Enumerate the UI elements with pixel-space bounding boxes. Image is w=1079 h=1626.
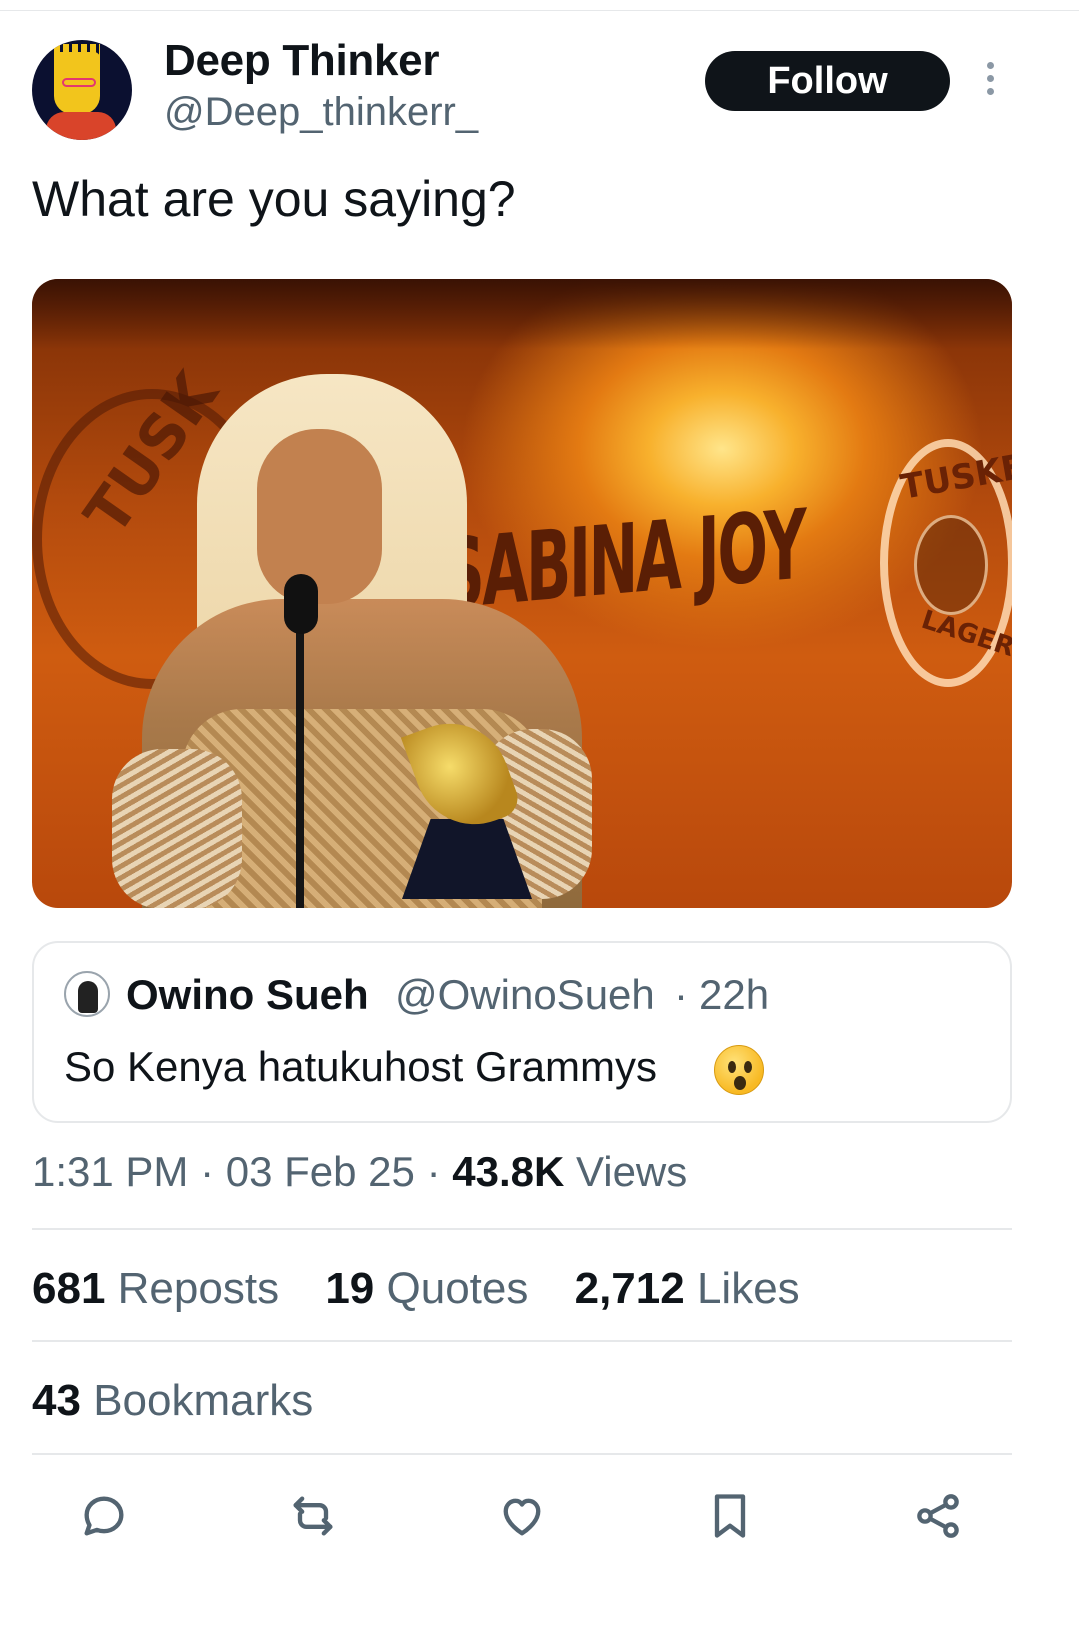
tweet-image[interactable]: TUSK SABINA JOY TUSKER LAGER (32, 279, 1012, 908)
bookmark-icon[interactable] (704, 1490, 756, 1542)
glove-left (112, 749, 242, 908)
more-options-icon[interactable] (982, 62, 998, 102)
divider (32, 1453, 1012, 1455)
astonished-face-icon (714, 1045, 764, 1095)
elephant-emblem (914, 515, 988, 615)
follow-button[interactable]: Follow (705, 51, 950, 111)
reposts-label: Reposts (117, 1264, 280, 1313)
quoted-author-name: Owino Sueh (126, 971, 369, 1018)
divider (32, 1228, 1012, 1230)
quoted-author-handle: @OwinoSueh (395, 971, 655, 1018)
repost-icon[interactable] (287, 1490, 339, 1542)
divider (32, 1340, 1012, 1342)
views-count: 43.8K (452, 1148, 565, 1195)
top-divider (0, 10, 1079, 11)
mic-stand (296, 599, 304, 908)
quotes-label: Quotes (386, 1264, 529, 1313)
reply-icon[interactable] (78, 1490, 130, 1542)
bookmarks-count: 43 (32, 1376, 81, 1425)
microphone (284, 574, 318, 634)
likes-count: 2,712 (574, 1264, 685, 1313)
likes-stat[interactable]: 2,712 Likes (575, 1264, 800, 1313)
bookmarks-stat: 43 Bookmarks (32, 1376, 313, 1426)
separator-dot: · (674, 971, 688, 1018)
share-icon[interactable] (912, 1490, 964, 1542)
tweet-date[interactable]: 03 Feb 25 (226, 1148, 415, 1195)
reposts-stat[interactable]: 681 Reposts (32, 1264, 291, 1313)
quotes-count: 19 (325, 1264, 375, 1313)
bookmarks-label: Bookmarks (93, 1376, 314, 1425)
engagement-stats: 681 Reposts 19 Quotes 2,712 Likes (32, 1264, 834, 1314)
quoted-time: 22h (699, 971, 770, 1018)
like-icon[interactable] (496, 1490, 548, 1542)
tweet-text: What are you saying? (32, 171, 516, 227)
author-avatar[interactable] (32, 40, 132, 140)
author-name[interactable]: Deep Thinker (164, 36, 439, 86)
person-face (257, 429, 382, 604)
quotes-stat[interactable]: 19 Quotes (325, 1264, 540, 1313)
quoted-author-avatar (64, 971, 110, 1017)
tweet-time[interactable]: 1:31 PM (32, 1148, 188, 1195)
quoted-tweet[interactable]: Owino Sueh @OwinoSueh · 22h So Kenya hat… (32, 941, 1012, 1123)
author-handle[interactable]: @Deep_thinkerr_ (164, 90, 478, 135)
reposts-count: 681 (32, 1264, 106, 1313)
tweet-meta: 1:31 PM · 03 Feb 25 · 43.8K Views (32, 1148, 688, 1195)
quoted-text: So Kenya hatukuhost Grammys (64, 1043, 657, 1090)
views-label: Views (575, 1148, 688, 1195)
likes-label: Likes (696, 1264, 800, 1313)
